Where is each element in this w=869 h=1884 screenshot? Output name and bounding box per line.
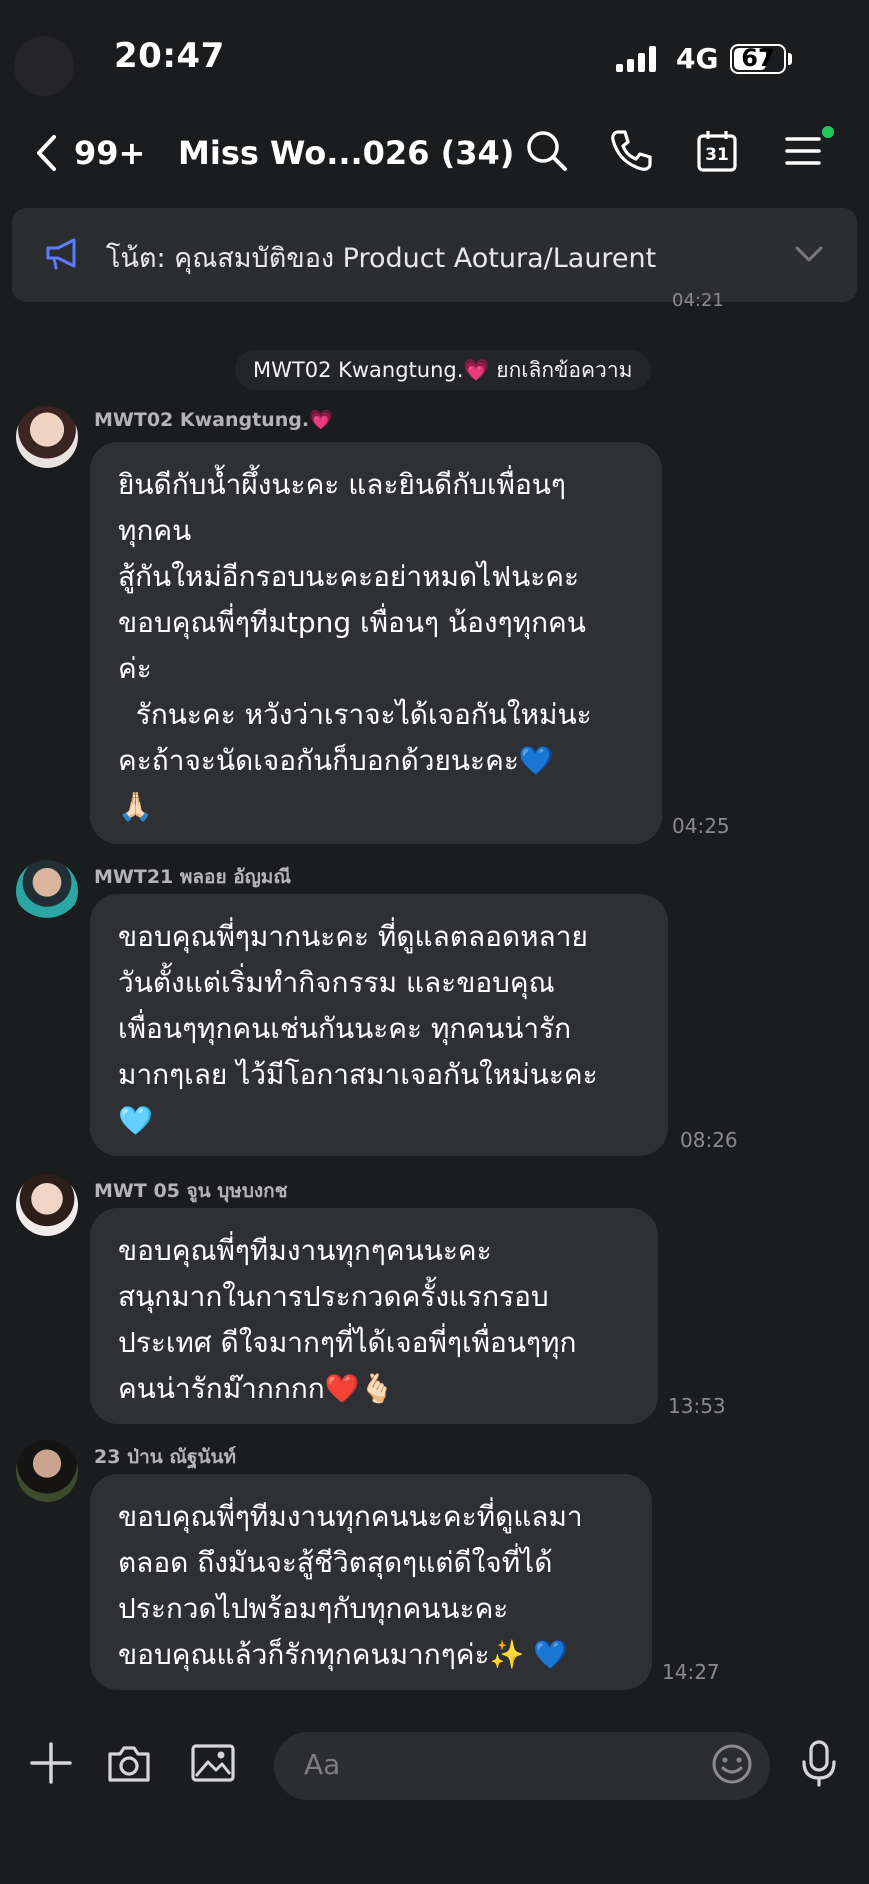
message-line: ยินดีกับน้ำผึ้งนะคะ และยินดีกับเพื่อนๆ (118, 468, 566, 501)
sender-emoji: 💗 (309, 409, 333, 431)
message-bubble[interactable]: ขอบคุณพี่ๆทีมงานทุกๆคนนะคะ สนุกมากในการป… (90, 1208, 658, 1424)
battery-tip (788, 53, 792, 65)
calendar-icon[interactable]: 31 (694, 128, 740, 174)
message-line: วันตั้งแต่เริ่มทำกิจกรรม และขอบคุณ (118, 966, 555, 999)
message-input-placeholder: Aa (304, 1748, 341, 1781)
message-line: 🩵 (118, 1104, 153, 1137)
message-line: ค่ะ (118, 652, 152, 685)
emoji-icon[interactable] (710, 1742, 760, 1792)
message-line: 🙏🏻 (118, 790, 153, 823)
message-line: สู้กันใหม่อีกรอบนะคะอย่าหมดไฟนะคะ (118, 560, 580, 593)
status-time: 20:47 (114, 36, 225, 76)
avatar[interactable] (16, 860, 78, 922)
back-chevron-icon[interactable] (34, 133, 60, 177)
microphone-icon[interactable] (794, 1738, 844, 1788)
unsend-notice-emoji: 💗 (463, 358, 490, 382)
announcement-text: โน้ต: คุณสมบัติของ Product Aotura/Lauren… (106, 243, 657, 274)
chevron-down-icon[interactable] (794, 244, 824, 268)
message-line: มากๆเลย ไว้มีโอกาสมาเจอกันใหม่นะคะ (118, 1058, 598, 1091)
message-line: สนุกมากในการประกวดครั้งแรกรอบ (118, 1280, 549, 1313)
sender-name: MWT02 Kwangtung.💗 (94, 408, 333, 431)
message-line: คะถ้าจะนัดเจอกันก็บอกด้วยนะคะ💙 (118, 744, 554, 777)
megaphone-icon (44, 236, 82, 276)
message-bubble[interactable]: ยินดีกับน้ำผึ้งนะคะ และยินดีกับเพื่อนๆ ท… (90, 442, 662, 844)
message-bubble[interactable]: ขอบคุณพี่ๆมากนะคะ ที่ดูแลตลอดหลาย วันตั้… (90, 894, 668, 1156)
unread-count[interactable]: 99+ (74, 134, 145, 172)
message-line: ขอบคุณพี่ๆทีมtpng เพื่อนๆ น้องๆทุกคน (118, 606, 586, 639)
message-time: 04:25 (672, 814, 730, 838)
plus-icon[interactable] (26, 1738, 76, 1788)
message-time: 13:53 (668, 1394, 726, 1418)
sender-name: MWT 05 จูน บุษบงกช (94, 1180, 288, 1202)
image-icon[interactable] (188, 1738, 238, 1788)
message-line: ทุกคน (118, 514, 192, 547)
signal-icon (616, 46, 660, 72)
avatar[interactable] (16, 406, 78, 468)
unsend-notice-text: ยกเลิกข้อความ (496, 358, 633, 382)
message-line: คนน่ารักม๊ากกกก❤️🫰🏻 (118, 1372, 395, 1405)
scrolled-avatar (14, 36, 74, 96)
calendar-day: 31 (705, 145, 729, 165)
unsend-notice: MWT02 Kwangtung.💗 ยกเลิกข้อความ (235, 350, 651, 390)
message-time: 14:27 (662, 1660, 720, 1684)
message-line: เพื่อนๆทุกคนเช่นกันนะคะ ทุกคนน่ารัก (118, 1012, 572, 1045)
hidden-timestamp: 04:21 (672, 290, 724, 311)
avatar[interactable] (16, 1174, 78, 1236)
message-bubble[interactable]: ขอบคุณพี่ๆทีมงานทุกคนนะคะที่ดูแลมา ตลอด … (90, 1474, 652, 1690)
camera-icon[interactable] (104, 1738, 154, 1788)
avatar[interactable] (16, 1440, 78, 1502)
message-line: ประเทศ ดีใจมากๆที่ได้เจอพี่ๆเพื่อนๆทุก (118, 1326, 577, 1359)
message-line: ขอบคุณพี่ๆทีมงานทุกๆคนนะคะ (118, 1234, 492, 1267)
search-icon[interactable] (524, 128, 570, 174)
sender-name: MWT21 พลอย อัญมณี (94, 866, 291, 888)
message-line: ประกวดไปพร้อมๆกับทุกคนนะคะ (118, 1592, 509, 1625)
message-line: ตลอด ถึงมันจะสู้ชีวิตสุดๆแต่ดีใจที่ได้ (118, 1546, 553, 1579)
message-input[interactable] (274, 1732, 770, 1800)
battery-level: 67 (741, 44, 775, 72)
phone-icon[interactable] (608, 128, 654, 174)
unsend-notice-name: MWT02 Kwangtung. (253, 358, 464, 382)
sender-name-text: MWT02 Kwangtung. (94, 409, 310, 431)
battery-icon: 67 (730, 44, 786, 74)
message-time: 08:26 (680, 1128, 738, 1152)
chat-title[interactable]: Miss Wo...026 (34) (178, 134, 514, 172)
network-type: 4G (676, 42, 719, 75)
message-line: ขอบคุณแล้วก็รักทุกคนมากๆค่ะ✨ 💙 (118, 1638, 569, 1671)
message-line: รักนะคะ หวังว่าเราจะได้เจอกันใหม่นะ (118, 698, 592, 731)
message-line: ขอบคุณพี่ๆทีมงานทุกคนนะคะที่ดูแลมา (118, 1500, 583, 1533)
sender-name: 23 ป่าน ณัฐนันท์ (94, 1446, 236, 1468)
message-line: ขอบคุณพี่ๆมากนะคะ ที่ดูแลตลอดหลาย (118, 920, 588, 953)
menu-icon[interactable] (780, 128, 826, 174)
